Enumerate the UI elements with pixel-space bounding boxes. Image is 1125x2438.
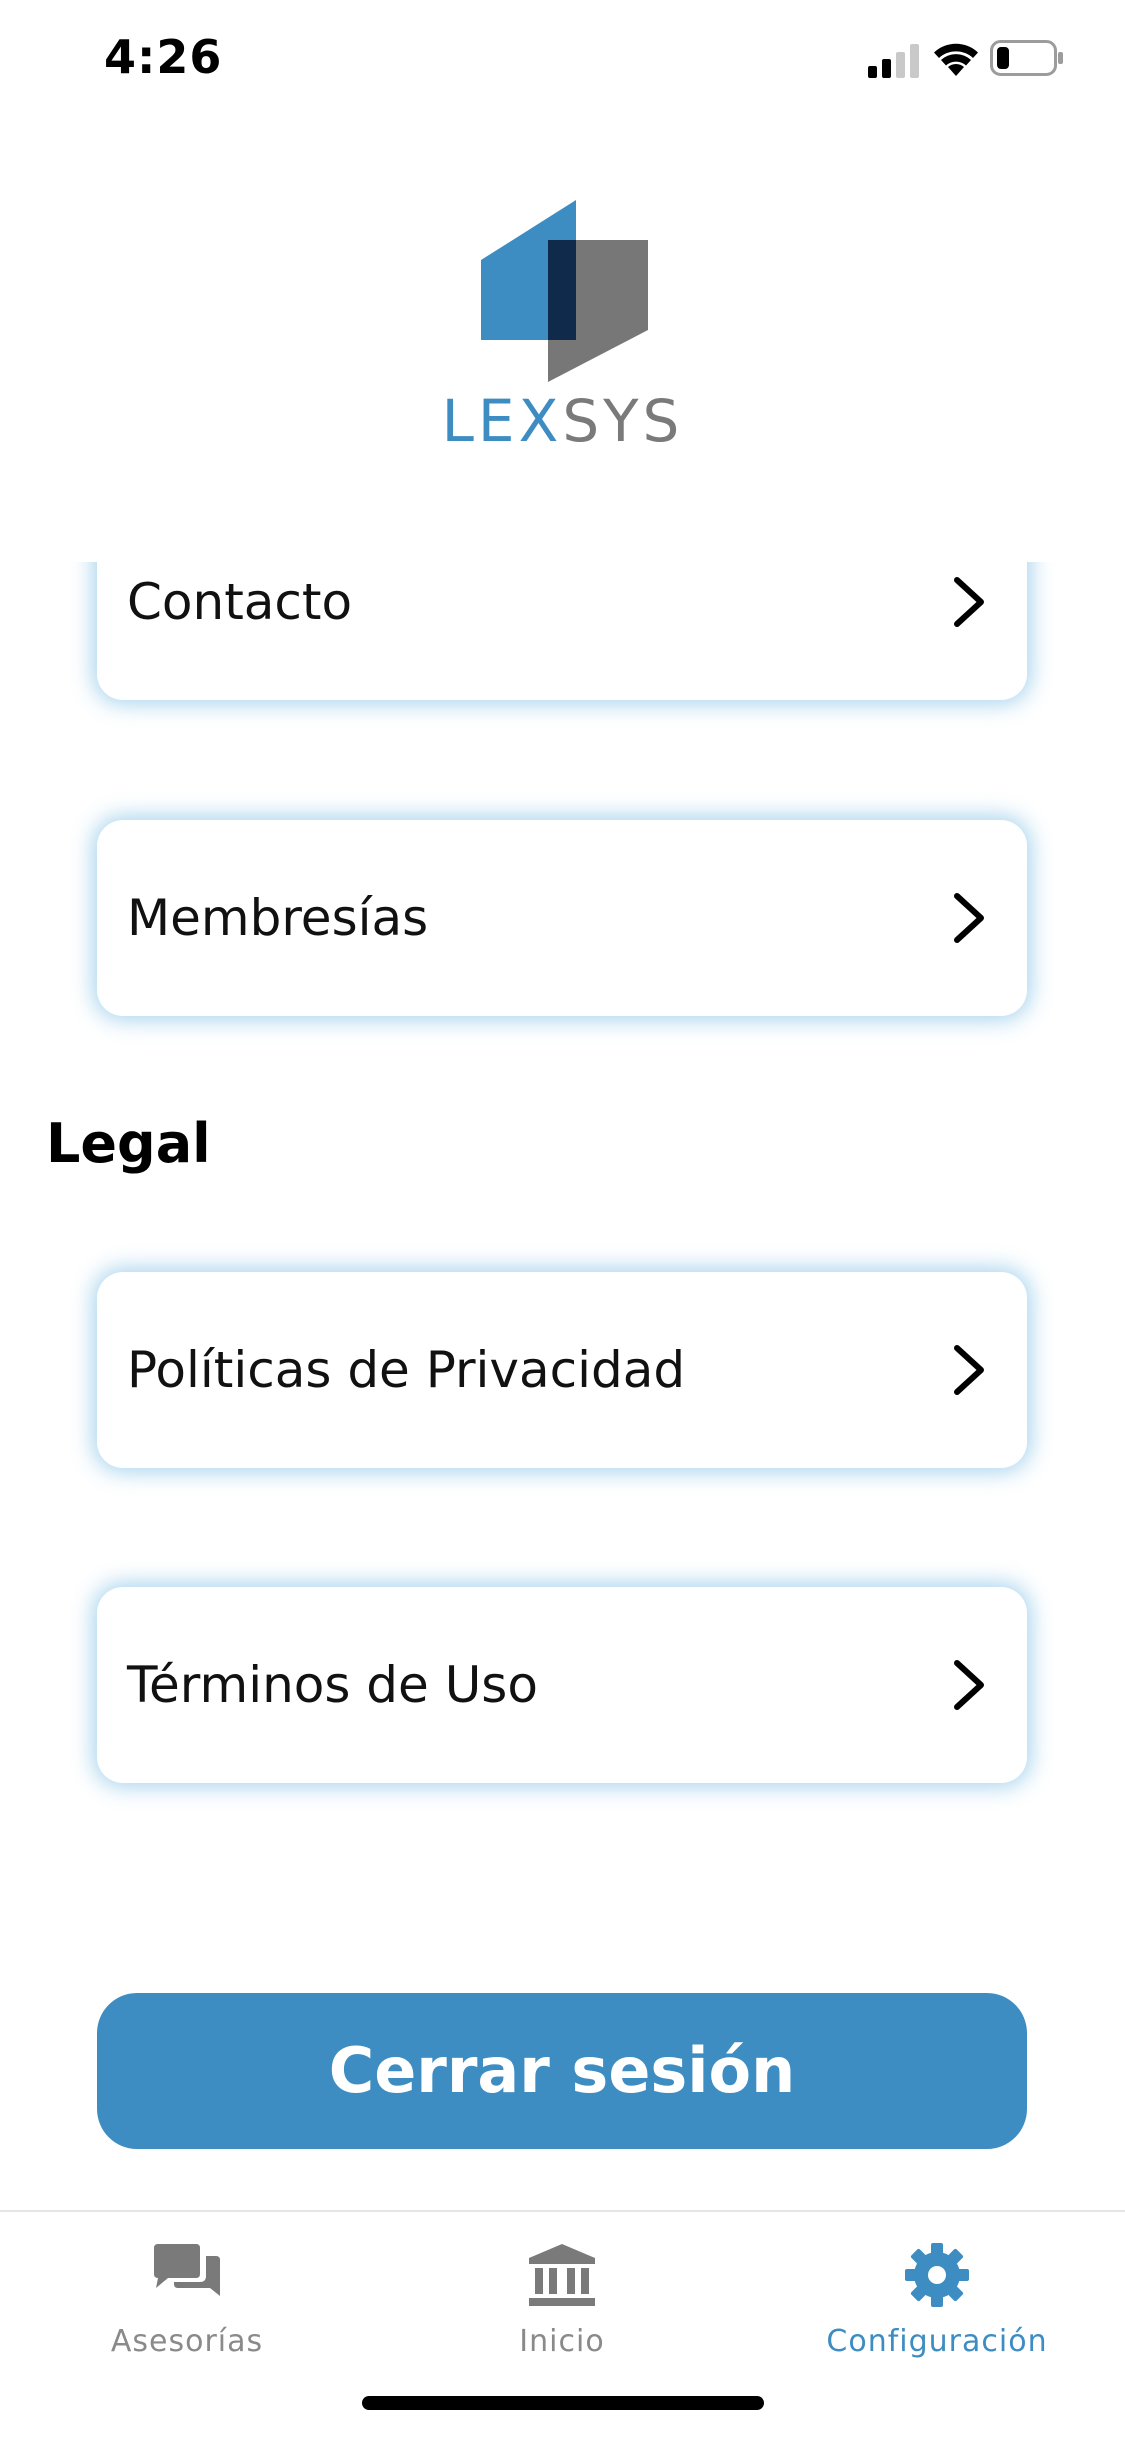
home-indicator[interactable] (362, 2396, 764, 2410)
status-bar: 4:26 (0, 0, 1125, 120)
chevron-right-icon (954, 577, 984, 627)
menu-item-label: Membresías (127, 889, 429, 947)
tab-label: Asesorías (110, 2324, 264, 2359)
menu-item-label: Términos de Uso (127, 1656, 538, 1714)
chevron-right-icon (954, 1345, 984, 1395)
chevron-right-icon (954, 893, 984, 943)
chat-bubbles-icon (154, 2244, 220, 2296)
menu-item-politicas-privacidad[interactable]: Políticas de Privacidad (97, 1272, 1027, 1468)
gear-icon (905, 2243, 969, 2307)
tab-asesorias[interactable]: Asesorías (37, 2232, 337, 2359)
menu-item-membresias[interactable]: Membresías (97, 820, 1027, 1016)
cellular-signal-icon (868, 44, 919, 78)
lexsys-logo-mark (480, 200, 648, 382)
bank-building-icon (529, 2244, 595, 2306)
menu-item-label: Contacto (127, 573, 353, 631)
logout-button[interactable]: Cerrar sesión (97, 1993, 1027, 2149)
menu-item-terminos-uso[interactable]: Términos de Uso (97, 1587, 1027, 1783)
tab-inicio[interactable]: Inicio (412, 2232, 712, 2359)
menu-item-contacto[interactable]: Contacto (97, 562, 1027, 700)
status-time: 4:26 (104, 30, 223, 84)
tab-label: Configuración (826, 2324, 1048, 2359)
section-title-legal: Legal (46, 1112, 211, 1175)
wifi-icon (934, 43, 978, 76)
wordmark-sys: SYS (562, 387, 684, 455)
chevron-right-icon (954, 1660, 984, 1710)
tab-configuracion[interactable]: Configuración (787, 2232, 1087, 2359)
battery-icon (990, 40, 1063, 76)
lexsys-logo: LEXSYS (0, 200, 1125, 456)
settings-scroll-area[interactable]: Contacto Membresías Legal Políticas de P… (0, 562, 1125, 2182)
tab-label: Inicio (519, 2324, 605, 2359)
lexsys-wordmark: LEXSYS (0, 386, 1125, 456)
wordmark-lex: LEX (441, 387, 563, 455)
menu-item-label: Políticas de Privacidad (127, 1341, 686, 1399)
